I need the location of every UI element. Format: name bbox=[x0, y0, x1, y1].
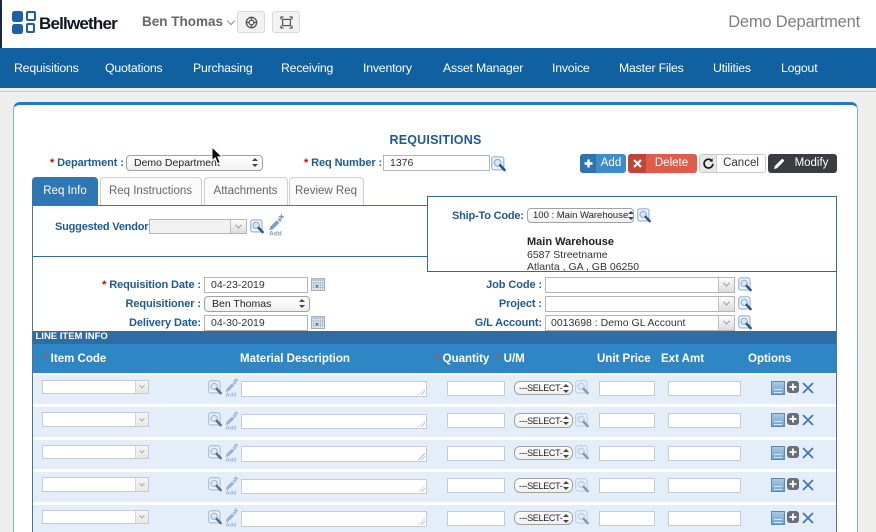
svg-text:Add: Add bbox=[226, 458, 237, 463]
svg-text:Add: Add bbox=[226, 490, 237, 495]
svg-text:Add: Add bbox=[226, 523, 237, 528]
svg-text:Add: Add bbox=[269, 231, 282, 237]
svg-text:Add: Add bbox=[226, 393, 237, 398]
svg-text:Add: Add bbox=[226, 425, 237, 430]
